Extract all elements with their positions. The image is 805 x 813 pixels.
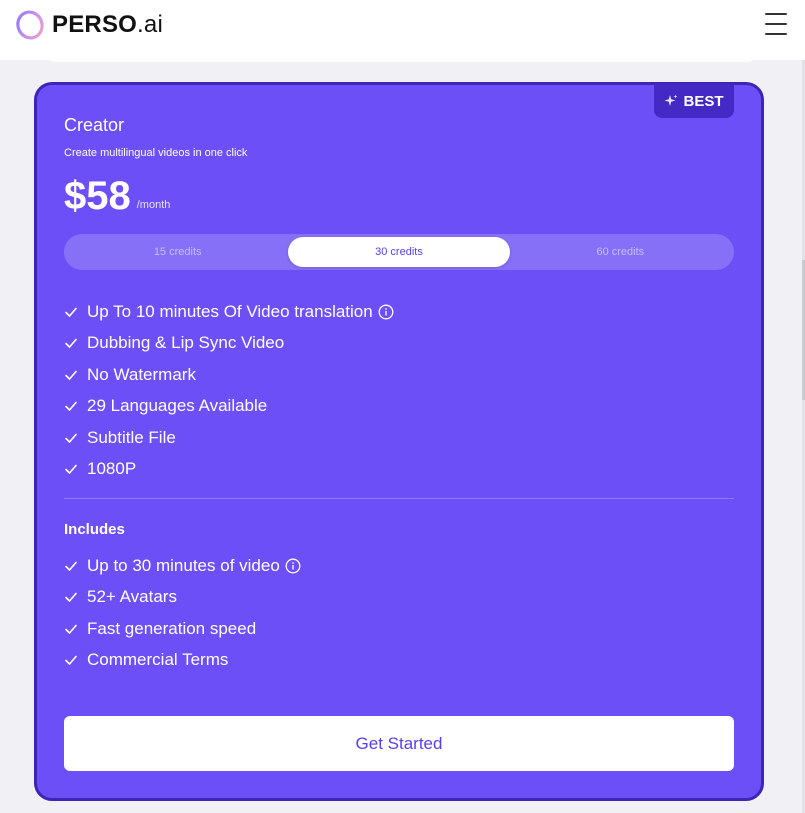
check-icon: [65, 561, 77, 571]
check-icon: [65, 655, 77, 666]
list-item: Up To 10 minutes Of Video translation: [64, 296, 394, 328]
best-badge: BEST: [654, 84, 734, 118]
check-icon: [65, 433, 77, 443]
list-item: 1080P: [64, 454, 394, 486]
brand-suffix: .ai: [137, 11, 163, 38]
best-badge-label: BEST: [683, 92, 724, 110]
hamburger-menu-icon[interactable]: [765, 13, 787, 35]
divider: [64, 498, 734, 499]
feature-label: Dubbing & Lip Sync Video: [87, 333, 285, 353]
get-started-button[interactable]: Get Started: [64, 716, 734, 771]
includes-list: Up to 30 minutes of video 52+ Avatars Fa…: [64, 550, 301, 676]
check-icon: [65, 464, 77, 475]
include-label: Commercial Terms: [87, 650, 229, 670]
list-item: 52+ Avatars: [64, 582, 301, 614]
check-icon: [65, 307, 77, 317]
list-item: 29 Languages Available: [64, 391, 394, 423]
credit-option-15[interactable]: 15 credits: [67, 237, 288, 267]
list-item: Fast generation speed: [64, 613, 301, 645]
info-icon[interactable]: [378, 304, 394, 320]
brand-name: PERSO: [52, 11, 138, 38]
check-icon: [65, 624, 77, 634]
feature-list: Up To 10 minutes Of Video translation Du…: [64, 296, 394, 485]
check-icon: [65, 370, 77, 380]
list-item: Commercial Terms: [64, 645, 301, 677]
check-icon: [65, 338, 77, 349]
plan-subtitle: Create multilingual videos in one click: [64, 147, 248, 159]
brand-wordmark: PERSO.ai: [52, 11, 163, 39]
credit-option-30[interactable]: 30 credits: [288, 237, 510, 267]
price-period: /month: [136, 199, 171, 211]
credit-selector: 15 credits 30 credits 60 credits: [64, 234, 734, 270]
perso-logo-icon: [16, 10, 44, 40]
list-item: No Watermark: [64, 359, 394, 391]
include-label: 52+ Avatars: [87, 587, 177, 607]
list-item: Up to 30 minutes of video: [64, 550, 301, 582]
sparkle-icon: [664, 94, 678, 106]
info-icon[interactable]: [285, 558, 301, 574]
feature-label: 1080P: [87, 459, 137, 479]
price-amount: $58: [64, 174, 131, 218]
list-item: Subtitle File: [64, 422, 394, 454]
pricing-card-creator: BEST Creator Create multilingual videos …: [34, 82, 764, 801]
feature-label: Up To 10 minutes Of Video translation: [87, 301, 373, 321]
brand-logo[interactable]: PERSO.ai: [14, 9, 163, 41]
credit-option-60[interactable]: 60 credits: [510, 237, 731, 267]
check-icon: [65, 401, 77, 412]
feature-label: Subtitle File: [87, 427, 176, 447]
include-label: Up to 30 minutes of video: [87, 555, 280, 575]
includes-heading: Includes: [64, 521, 125, 538]
include-label: Fast generation speed: [87, 618, 257, 638]
previous-card-bottom: [44, 50, 759, 62]
feature-label: 29 Languages Available: [87, 396, 268, 416]
feature-label: No Watermark: [87, 364, 196, 384]
plan-price: $58 /month: [64, 173, 170, 219]
plan-name: Creator: [64, 115, 125, 135]
check-icon: [65, 592, 77, 603]
list-item: Dubbing & Lip Sync Video: [64, 328, 394, 360]
